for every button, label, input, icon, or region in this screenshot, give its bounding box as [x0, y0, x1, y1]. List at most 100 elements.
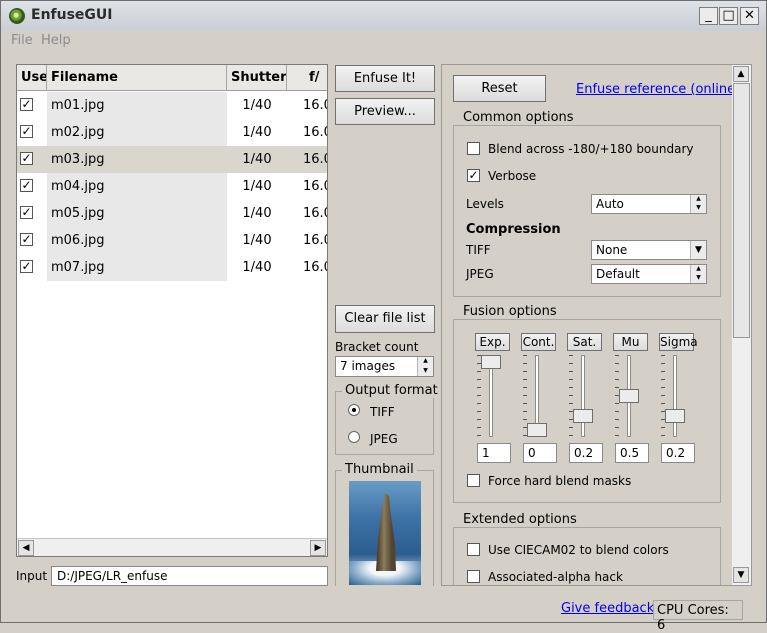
slider-handle[interactable]	[527, 423, 547, 437]
levels-spinbox[interactable]: Auto ▲ ▼	[591, 194, 707, 214]
blend-boundary-checkbox[interactable]	[467, 142, 480, 155]
input-path-field[interactable]: D:/JPEG/LR_enfuse	[51, 566, 328, 586]
use-checkbox[interactable]: ✓	[20, 152, 33, 165]
table-row[interactable]: ✓ m05.jpg 1/40 16.0	[17, 200, 327, 227]
column-header-filename[interactable]: Filename	[47, 65, 227, 91]
table-row[interactable]: ✓ m06.jpg 1/40 16.0	[17, 227, 327, 254]
column-header-aperture[interactable]: f/	[287, 65, 327, 91]
shutter-cell: 1/40	[227, 146, 287, 173]
use-cell[interactable]: ✓	[17, 119, 47, 146]
bracket-count-spinbox[interactable]: 7 images ▲ ▼	[335, 356, 434, 377]
compression-heading: Compression	[466, 222, 561, 237]
radio-tiff[interactable]	[348, 404, 360, 416]
enfuse-it-button[interactable]: Enfuse It!	[335, 65, 435, 92]
common-options-title: Common options	[460, 110, 577, 125]
scroll-left-arrow-icon[interactable]: ◀	[18, 540, 34, 556]
use-checkbox[interactable]: ✓	[20, 125, 33, 138]
shutter-cell: 1/40	[227, 200, 287, 227]
table-row[interactable]: ✓ m04.jpg 1/40 16.0	[17, 173, 327, 200]
options-vertical-scrollbar[interactable]: ▲ ▼	[732, 65, 751, 585]
levels-label: Levels	[466, 197, 504, 211]
aperture-cell: 16.0	[287, 92, 327, 119]
filename-cell: m01.jpg	[47, 92, 227, 119]
aperture-cell: 16.0	[287, 200, 327, 227]
shutter-cell: 1/40	[227, 119, 287, 146]
use-checkbox[interactable]: ✓	[20, 233, 33, 246]
slider-value-field[interactable]: 1	[477, 443, 511, 463]
spin-arrows-icon[interactable]: ▲ ▼	[417, 357, 433, 376]
verbose-checkbox[interactable]: ✓	[467, 169, 480, 182]
reset-button[interactable]: Reset	[453, 75, 546, 102]
use-cell[interactable]: ✓	[17, 173, 47, 200]
chevron-down-icon[interactable]: ▼	[690, 241, 706, 259]
scroll-right-arrow-icon[interactable]: ▶	[310, 540, 326, 556]
file-list-table[interactable]: Use Filename Shutter f/ ✓ m01.jpg 1/40 1…	[16, 64, 328, 557]
output-format-title: Output format	[342, 383, 441, 398]
close-button[interactable]: ✕	[740, 7, 759, 25]
slider-track[interactable]	[673, 355, 677, 437]
jpeg-quality-spinbox[interactable]: Default ▲ ▼	[591, 264, 707, 284]
shutter-cell: 1/40	[227, 227, 287, 254]
table-row[interactable]: ✓ m02.jpg 1/40 16.0	[17, 119, 327, 146]
slider-handle[interactable]	[573, 409, 593, 424]
filename-cell: m02.jpg	[47, 119, 227, 146]
preview-button[interactable]: Preview...	[335, 98, 435, 125]
ciecam-checkbox[interactable]	[467, 543, 480, 556]
levels-spin-arrows-icon[interactable]: ▲ ▼	[690, 195, 706, 213]
slider-label-button[interactable]: Exp.	[475, 333, 510, 351]
scrollbar-thumb[interactable]	[733, 83, 750, 338]
jpeg-spin-arrows-icon[interactable]: ▲ ▼	[690, 265, 706, 283]
menu-help[interactable]: Help	[41, 33, 71, 48]
use-checkbox[interactable]: ✓	[20, 179, 33, 192]
use-checkbox[interactable]: ✓	[20, 260, 33, 273]
bracket-count-label: Bracket count	[335, 340, 419, 354]
slider-label-button[interactable]: Sigma	[659, 333, 698, 351]
title-bar[interactable]: EnfuseGUI _ □ ✕	[1, 1, 766, 31]
associated-alpha-label: Associated-alpha hack	[488, 570, 623, 584]
slider-handle[interactable]	[665, 409, 685, 424]
menu-file[interactable]: File	[11, 33, 33, 48]
table-header: Use Filename Shutter f/	[17, 65, 327, 91]
filename-cell: m05.jpg	[47, 200, 227, 227]
clear-file-list-button[interactable]: Clear file list	[335, 305, 435, 333]
column-header-use[interactable]: Use	[17, 65, 47, 91]
radio-jpeg[interactable]	[348, 431, 360, 443]
use-cell[interactable]: ✓	[17, 227, 47, 254]
use-checkbox[interactable]: ✓	[20, 98, 33, 111]
give-feedback-link[interactable]: Give feedback	[561, 601, 654, 616]
status-bar: Give feedback CPU Cores: 6	[1, 597, 766, 633]
use-cell[interactable]: ✓	[17, 146, 47, 173]
horizontal-scrollbar[interactable]: ◀ ▶	[17, 538, 327, 556]
scroll-down-arrow-icon[interactable]: ▼	[733, 567, 749, 583]
tiff-compression-select[interactable]: None ▼	[591, 240, 707, 260]
table-row[interactable]: ✓ m03.jpg 1/40 16.0	[17, 146, 327, 173]
slider-value-field[interactable]: 0	[523, 443, 557, 463]
use-cell[interactable]: ✓	[17, 92, 47, 119]
slider-label-button[interactable]: Sat.	[567, 333, 602, 351]
slider-value-field[interactable]: 0.2	[569, 443, 603, 463]
slider-track[interactable]	[581, 355, 585, 437]
jpeg-label: JPEG	[466, 267, 494, 281]
minimize-button[interactable]: _	[699, 7, 718, 25]
slider-label-button[interactable]: Mu	[613, 333, 648, 351]
scroll-up-arrow-icon[interactable]: ▲	[733, 66, 749, 82]
use-cell[interactable]: ✓	[17, 254, 47, 281]
slider-value-field[interactable]: 0.5	[615, 443, 649, 463]
use-cell[interactable]: ✓	[17, 200, 47, 227]
filename-cell: m03.jpg	[47, 146, 227, 173]
fusion-options-title: Fusion options	[460, 304, 560, 319]
force-hard-masks-checkbox[interactable]	[467, 474, 480, 487]
use-checkbox[interactable]: ✓	[20, 206, 33, 219]
maximize-button[interactable]: □	[719, 7, 738, 25]
associated-alpha-checkbox[interactable]	[467, 570, 480, 583]
aperture-cell: 16.0	[287, 119, 327, 146]
table-row[interactable]: ✓ m01.jpg 1/40 16.0	[17, 92, 327, 119]
slider-handle[interactable]	[481, 355, 501, 369]
filename-cell: m04.jpg	[47, 173, 227, 200]
column-header-shutter[interactable]: Shutter	[227, 65, 287, 91]
slider-value-field[interactable]: 0.2	[661, 443, 695, 463]
enfuse-reference-link[interactable]: Enfuse reference (online)	[576, 82, 740, 97]
table-row[interactable]: ✓ m07.jpg 1/40 16.0	[17, 254, 327, 281]
slider-label-button[interactable]: Cont.	[521, 333, 556, 351]
slider-handle[interactable]	[619, 389, 639, 403]
